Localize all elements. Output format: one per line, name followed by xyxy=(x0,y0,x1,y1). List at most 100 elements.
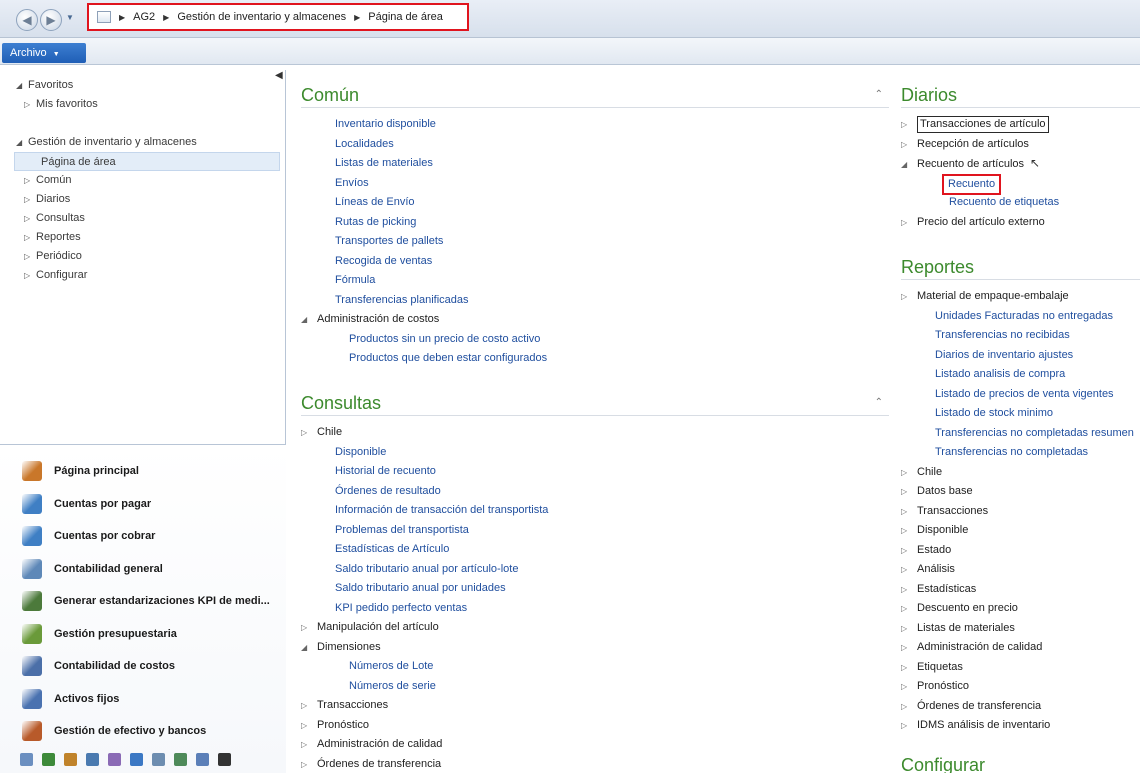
collapsed-arrow-icon[interactable]: ▷ xyxy=(901,521,917,541)
menu-link-numeros-de-lote[interactable]: Números de Lote xyxy=(301,657,889,677)
expanded-arrow-icon[interactable]: ◢ xyxy=(901,155,917,175)
menu-group-idms-analisis-de-inventario[interactable]: ▷ IDMS análisis de inventario xyxy=(901,716,1140,736)
nav-tree-item-periodico[interactable]: ▷ Periódico xyxy=(0,247,286,266)
menu-group-ordenes-de-transferencia[interactable]: ▷ Órdenes de transferencia xyxy=(901,697,1140,717)
collapsed-arrow-icon[interactable]: ▷ xyxy=(901,287,917,307)
nav-tree-item-favoritos[interactable]: ◢ Favoritos xyxy=(0,76,286,95)
menu-group-estado[interactable]: ▷ Estado xyxy=(901,541,1140,561)
collapsed-arrow-icon[interactable]: ▷ xyxy=(901,541,917,561)
collapsed-arrow-icon[interactable]: ▷ xyxy=(301,423,317,443)
collapsed-arrow-icon[interactable]: ▷ xyxy=(901,482,917,502)
collapsed-arrow-icon[interactable]: ▷ xyxy=(24,95,36,114)
menu-group-chile[interactable]: ▷ Chile xyxy=(901,463,1140,483)
menu-link-localidades[interactable]: Localidades xyxy=(301,135,889,155)
menu-link-recogida-de-ventas[interactable]: Recogida de ventas xyxy=(301,252,889,272)
collapsed-arrow-icon[interactable]: ▷ xyxy=(901,135,917,155)
menu-group-dimensiones[interactable]: ◢ Dimensiones xyxy=(301,638,889,658)
menu-group-pronostico[interactable]: ▷ Pronóstico xyxy=(901,677,1140,697)
menu-link-recuento[interactable]: Recuento xyxy=(901,173,1140,195)
collapsed-arrow-icon[interactable]: ▷ xyxy=(901,658,917,678)
expanded-arrow-icon[interactable]: ◢ xyxy=(16,133,28,152)
nav-tree-item-reportes[interactable]: ▷ Reportes xyxy=(0,228,286,247)
menu-group-chile[interactable]: ▷ Chile xyxy=(301,423,889,443)
module-button-cuentas-por-pagar[interactable]: Cuentas por pagar xyxy=(0,488,286,520)
toolstrip-module-icon[interactable] xyxy=(152,753,165,766)
collapsed-arrow-icon[interactable]: ▷ xyxy=(901,599,917,619)
collapsed-arrow-icon[interactable]: ▷ xyxy=(901,115,917,135)
menu-group-material-de-empaque-embalaje[interactable]: ▷ Material de empaque-embalaje xyxy=(901,287,1140,307)
collapsed-arrow-icon[interactable]: ▷ xyxy=(24,209,36,228)
nav-tree-item-gestion-de-inventario-y-almacenes[interactable]: ◢ Gestión de inventario y almacenes xyxy=(0,133,286,152)
menu-link-transferencias-planificadas[interactable]: Transferencias planificadas xyxy=(301,291,889,311)
forward-button[interactable]: ▶ xyxy=(40,9,62,31)
toolstrip-module-icon[interactable] xyxy=(196,753,209,766)
menu-link-formula[interactable]: Fórmula xyxy=(301,271,889,291)
menu-link-listas-de-materiales[interactable]: Listas de materiales xyxy=(301,154,889,174)
nav-tree-item-consultas[interactable]: ▷ Consultas xyxy=(0,209,286,228)
collapsed-arrow-icon[interactable]: ▷ xyxy=(301,696,317,716)
menu-link-saldo-tributario-anual-por-articulo-lote[interactable]: Saldo tributario anual por artículo-lote xyxy=(301,560,889,580)
chevron-up-icon[interactable]: ⌃ xyxy=(875,82,883,108)
menu-group-etiquetas[interactable]: ▷ Etiquetas xyxy=(901,658,1140,678)
collapsed-arrow-icon[interactable]: ▷ xyxy=(301,755,317,773)
menu-group-transacciones[interactable]: ▷ Transacciones xyxy=(901,502,1140,522)
module-button-generar-estandarizaciones-kpi-de-medi[interactable]: Generar estandarizaciones KPI de medi... xyxy=(0,585,286,617)
menu-link-informacion-de-transaccion-del-transportista[interactable]: Información de transacción del transport… xyxy=(301,501,889,521)
menu-link-unidades-facturadas-no-entregadas[interactable]: Unidades Facturadas no entregadas xyxy=(901,307,1140,327)
menu-link-rutas-de-picking[interactable]: Rutas de picking xyxy=(301,213,889,233)
collapsed-arrow-icon[interactable]: ▷ xyxy=(301,618,317,638)
menu-link-listado-de-precios-de-venta-vigentes[interactable]: Listado de precios de venta vigentes xyxy=(901,385,1140,405)
module-button-activos-fijos[interactable]: Activos fijos xyxy=(0,683,286,715)
menu-link-listado-analisis-de-compra[interactable]: Listado analisis de compra xyxy=(901,365,1140,385)
menu-group-precio-del-articulo-externo[interactable]: ▷ Precio del artículo externo xyxy=(901,213,1140,233)
nav-tree-item-pagina-de-area[interactable]: Página de área xyxy=(14,152,280,171)
module-button-pagina-principal[interactable]: Página principal xyxy=(0,455,286,487)
collapsed-arrow-icon[interactable]: ▷ xyxy=(24,171,36,190)
menu-group-ordenes-de-transferencia[interactable]: ▷ Órdenes de transferencia xyxy=(301,755,889,773)
menu-link-saldo-tributario-anual-por-unidades[interactable]: Saldo tributario anual por unidades xyxy=(301,579,889,599)
collapsed-arrow-icon[interactable]: ▷ xyxy=(901,677,917,697)
menu-group-administracion-de-calidad[interactable]: ▷ Administración de calidad xyxy=(301,735,889,755)
menu-link-listado-de-stock-minimo[interactable]: Listado de stock minimo xyxy=(901,404,1140,424)
collapsed-arrow-icon[interactable]: ▷ xyxy=(901,716,917,736)
menu-group-transacciones[interactable]: ▷ Transacciones xyxy=(301,696,889,716)
menu-link-productos-que-deben-estar-configurados[interactable]: Productos que deben estar configurados xyxy=(301,349,889,369)
toolstrip-module-icon[interactable] xyxy=(64,753,77,766)
menu-link-problemas-del-transportista[interactable]: Problemas del transportista xyxy=(301,521,889,541)
collapsed-arrow-icon[interactable]: ▷ xyxy=(901,638,917,658)
menu-link-transferencias-no-recibidas[interactable]: Transferencias no recibidas xyxy=(901,326,1140,346)
menu-group-manipulacion-del-articulo[interactable]: ▷ Manipulación del artículo xyxy=(301,618,889,638)
collapsed-arrow-icon[interactable]: ▷ xyxy=(301,735,317,755)
breadcrumb-item-company[interactable]: AG2 xyxy=(133,11,155,23)
collapsed-arrow-icon[interactable]: ▷ xyxy=(24,266,36,285)
collapsed-arrow-icon[interactable]: ▷ xyxy=(301,716,317,736)
menu-group-administracion-de-costos[interactable]: ◢ Administración de costos xyxy=(301,310,889,330)
collapsed-arrow-icon[interactable]: ▷ xyxy=(901,580,917,600)
nav-tree-item-mis-favoritos[interactable]: ▷ Mis favoritos xyxy=(0,95,286,114)
toolstrip-module-icon[interactable] xyxy=(130,753,143,766)
menu-group-descuento-en-precio[interactable]: ▷ Descuento en precio xyxy=(901,599,1140,619)
menu-link-transferencias-no-completadas-resumen[interactable]: Transferencias no completadas resumen xyxy=(901,424,1140,444)
menu-link-estadisticas-de-articulo[interactable]: Estadísticas de Artículo xyxy=(301,540,889,560)
menu-link-disponible[interactable]: Disponible xyxy=(301,443,889,463)
module-button-contabilidad-de-costos[interactable]: Contabilidad de costos xyxy=(0,650,286,682)
back-button[interactable]: ◀ xyxy=(16,9,38,31)
collapsed-arrow-icon[interactable]: ▷ xyxy=(24,247,36,266)
menu-group-administracion-de-calidad[interactable]: ▷ Administración de calidad xyxy=(901,638,1140,658)
menu-link-envios[interactable]: Envíos xyxy=(301,174,889,194)
history-dropdown-icon[interactable]: ▼ xyxy=(66,13,74,22)
menu-group-transacciones-de-articulo[interactable]: ▷ Transacciones de artículo xyxy=(901,115,1140,135)
menu-group-estadisticas[interactable]: ▷ Estadísticas xyxy=(901,580,1140,600)
menu-group-disponible[interactable]: ▷ Disponible xyxy=(901,521,1140,541)
toolstrip-module-icon[interactable] xyxy=(108,753,121,766)
menu-link-lineas-de-envio[interactable]: Líneas de Envío xyxy=(301,193,889,213)
menu-link-productos-sin-un-precio-de-costo-activo[interactable]: Productos sin un precio de costo activo xyxy=(301,330,889,350)
expanded-arrow-icon[interactable]: ◢ xyxy=(301,638,317,658)
menu-group-analisis[interactable]: ▷ Análisis xyxy=(901,560,1140,580)
expanded-arrow-icon[interactable]: ◢ xyxy=(16,76,28,95)
menu-link-ordenes-de-resultado[interactable]: Órdenes de resultado xyxy=(301,482,889,502)
menu-link-numeros-de-serie[interactable]: Números de serie xyxy=(301,677,889,697)
menu-group-recuento-de-articulos[interactable]: ◢ Recuento de artículos ↖ xyxy=(901,154,1140,174)
menu-link-kpi-pedido-perfecto-ventas[interactable]: KPI pedido perfecto ventas xyxy=(301,599,889,619)
breadcrumb-item-page[interactable]: Página de área xyxy=(368,11,443,23)
